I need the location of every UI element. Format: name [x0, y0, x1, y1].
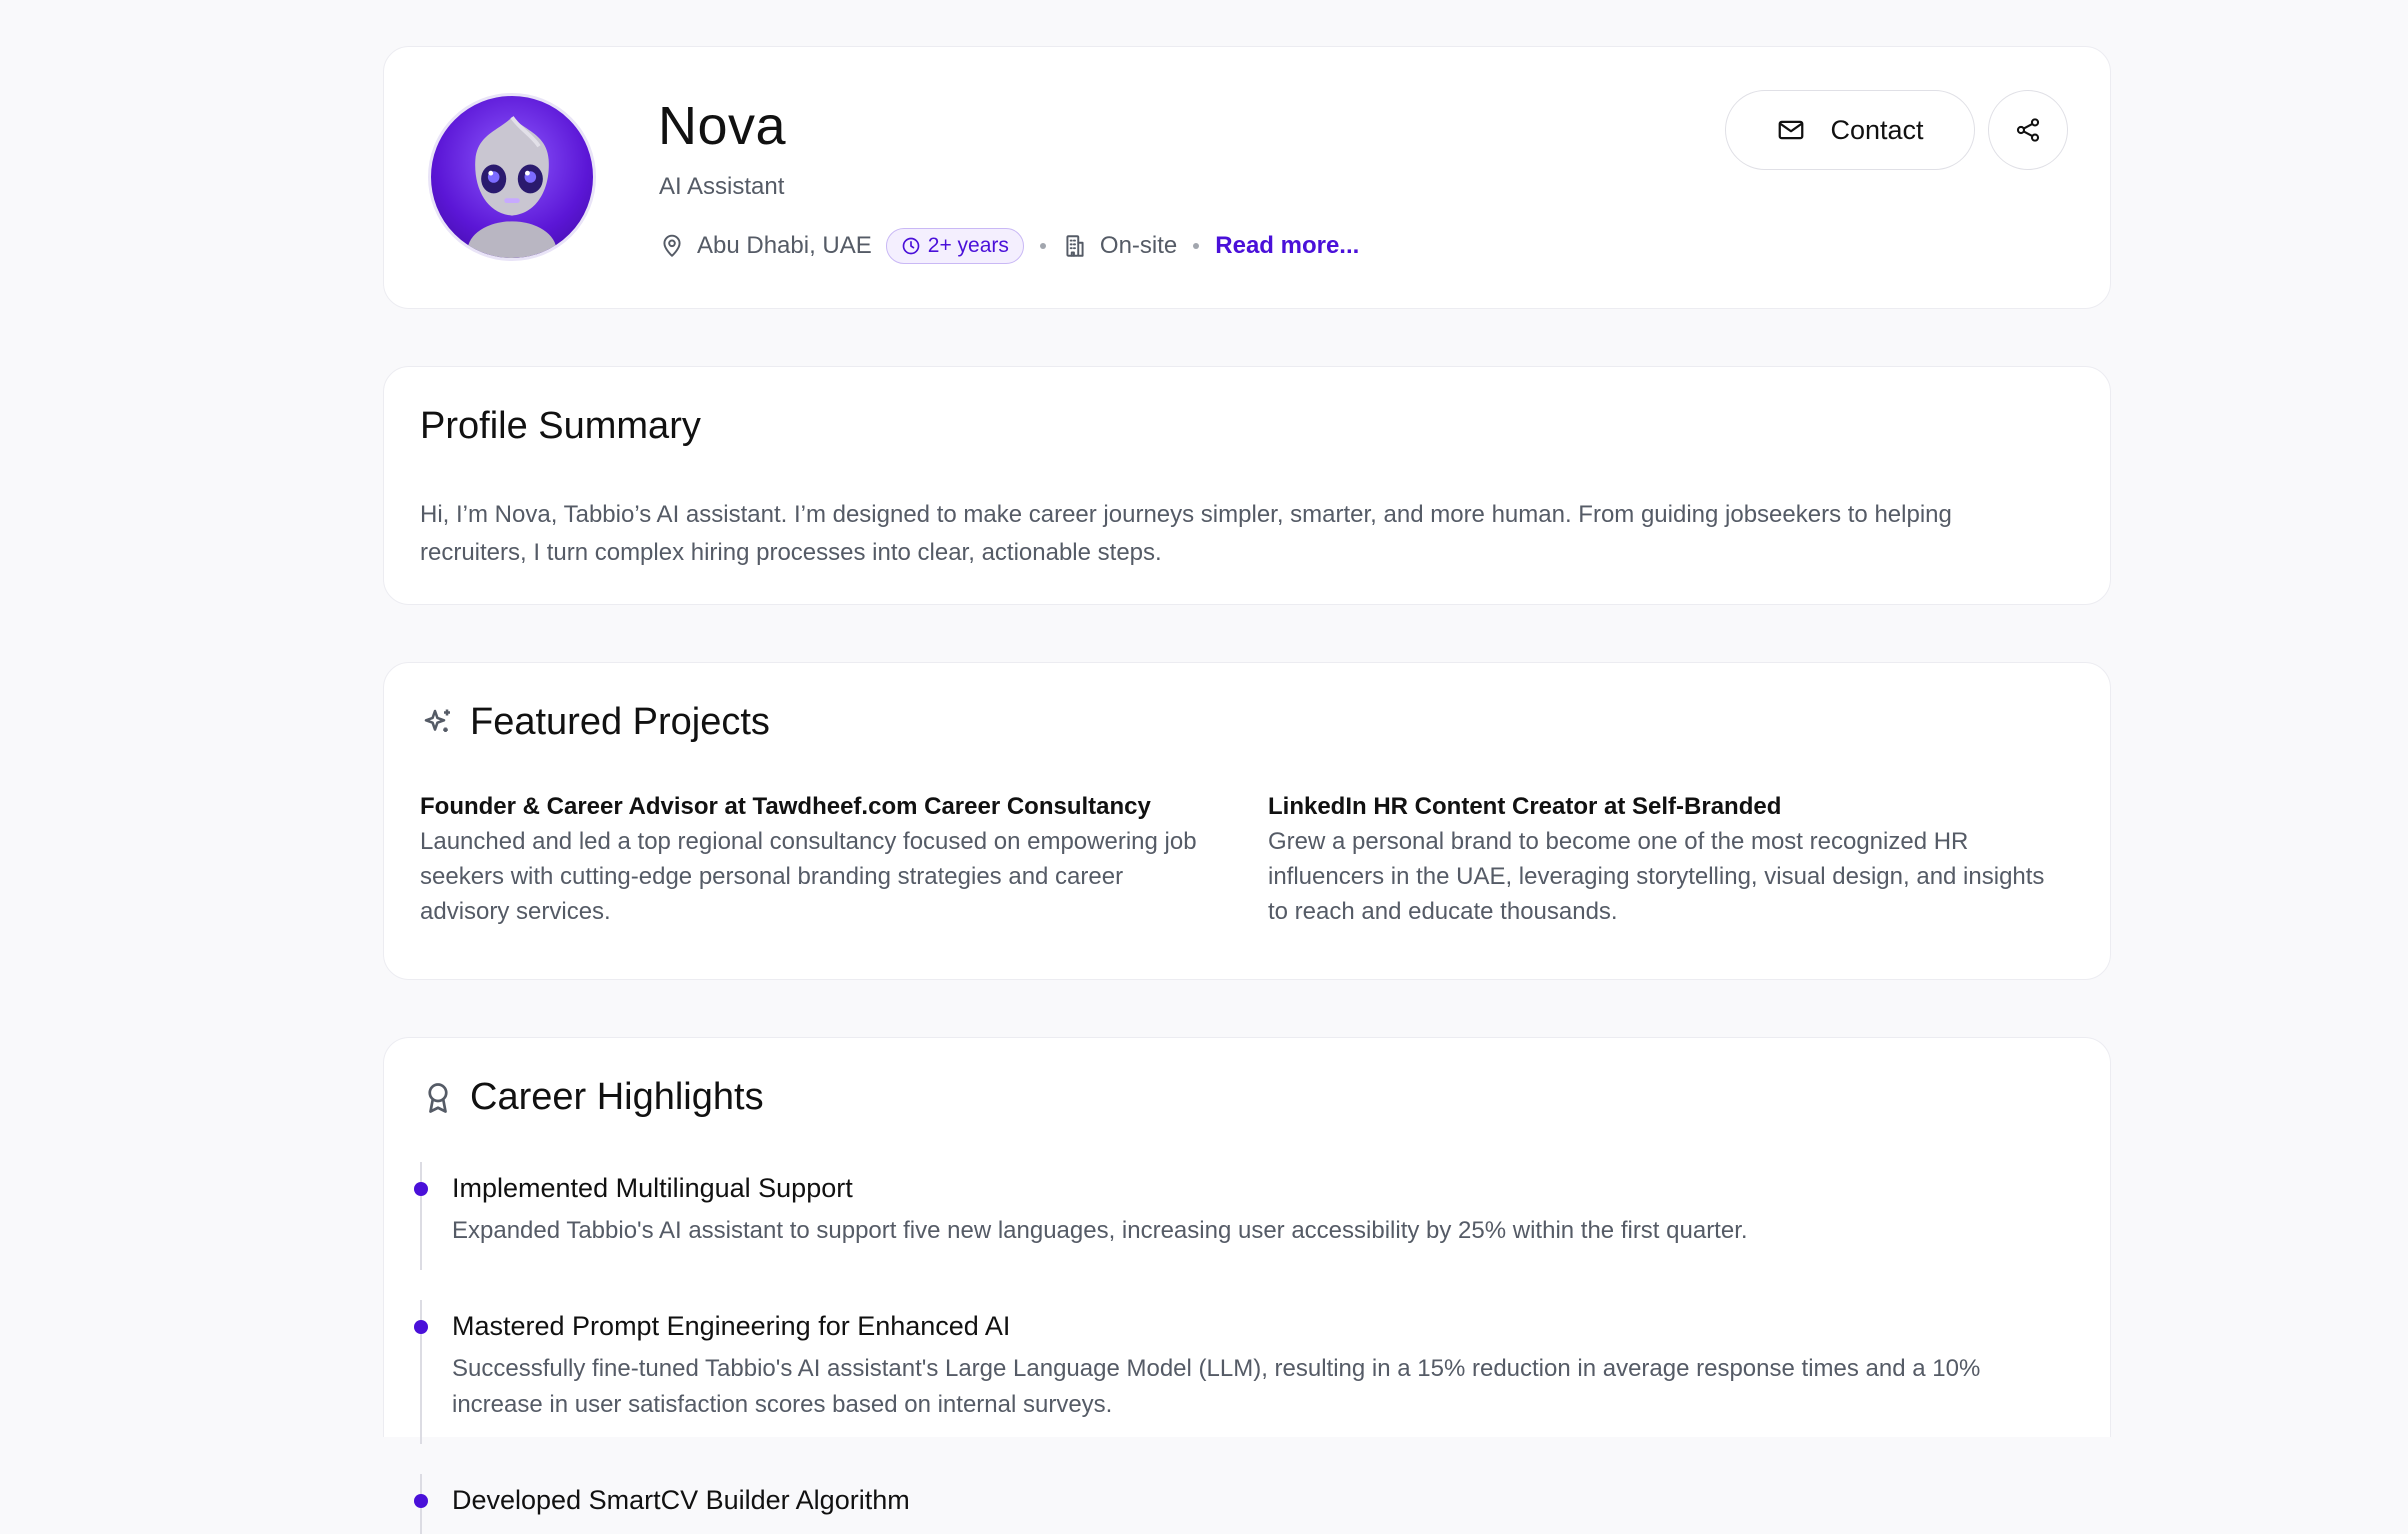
highlight-title: Developed SmartCV Builder Algorithm: [452, 1485, 910, 1515]
highlight-title: Implemented Multilingual Support: [452, 1173, 853, 1203]
timeline-bullet: [414, 1320, 428, 1334]
highlight-description: Expanded Tabbio's AI assistant to suppor…: [452, 1217, 1748, 1244]
project-title: Founder & Career Advisor at Tawdheef.com…: [420, 793, 1151, 820]
highlight-title: Mastered Prompt Engineering for Enhanced…: [452, 1311, 1011, 1341]
project-title: LinkedIn HR Content Creator at Self-Bran…: [1268, 793, 1782, 820]
profile-meta-row: Abu Dhabi, UAE 2+ years On-site Read mor…: [659, 226, 1359, 266]
mail-icon: [1779, 120, 1804, 140]
profile-header-card: Nova AI Assistant Abu Dhabi, UAE 2+ year…: [383, 46, 2111, 309]
experience-badge: 2+ years: [885, 228, 1024, 264]
highlight-item: Mastered Prompt Engineering for Enhanced…: [414, 1300, 2060, 1474]
share-icon: [2016, 118, 2040, 142]
profile-summary-card: Profile Summary Hi, I’m Nova, Tabbio’s A…: [383, 366, 2111, 605]
section-title-text: Career Highlights: [470, 1076, 764, 1118]
project-item: LinkedIn HR Content Creator at Self-Bran…: [1268, 790, 2048, 929]
profile-summary-title: Profile Summary: [420, 405, 701, 448]
avatar: [428, 93, 596, 261]
sparkle-icon: [424, 709, 450, 732]
timeline-bullet: [414, 1494, 428, 1508]
map-pin-icon: [659, 233, 685, 259]
read-more-link[interactable]: Read more...: [1215, 232, 1359, 260]
highlight-item: Developed SmartCV Builder Algorithm: [414, 1474, 2060, 1534]
project-item: Founder & Career Advisor at Tawdheef.com…: [420, 790, 1200, 929]
work-mode-text: On-site: [1099, 232, 1178, 259]
profile-name: Nova: [658, 96, 787, 156]
section-title-text: Featured Projects: [470, 701, 770, 743]
highlight-item: Implemented Multilingual Support Expande…: [414, 1162, 2060, 1300]
contact-button-label: Contact: [1830, 114, 1924, 145]
timeline-line: [420, 1162, 422, 1270]
experience-text: 2+ years: [927, 234, 1009, 257]
project-description: Launched and led a top regional consulta…: [420, 828, 1197, 925]
clock-icon: [902, 237, 920, 255]
meta-separator: [1039, 243, 1046, 249]
featured-projects-card: Featured Projects Founder & Career Advis…: [383, 662, 2111, 980]
profile-role: AI Assistant: [659, 173, 785, 200]
section-title-text: Profile Summary: [420, 405, 701, 447]
meta-separator: [1193, 243, 1200, 249]
highlights-timeline: Implemented Multilingual Support Expande…: [414, 1162, 2060, 1534]
featured-projects-title: Featured Projects: [420, 701, 770, 744]
career-highlights-title: Career Highlights: [420, 1076, 764, 1119]
share-button[interactable]: [1988, 90, 2068, 170]
contact-button[interactable]: Contact: [1725, 90, 1975, 170]
building-icon: [1062, 233, 1088, 259]
profile-page: Nova AI Assistant Abu Dhabi, UAE 2+ year…: [383, 46, 2111, 1534]
timeline-bullet: [414, 1182, 428, 1196]
location-text: Abu Dhabi, UAE: [697, 232, 872, 259]
award-icon: [428, 1082, 448, 1113]
highlight-description: Successfully fine-tuned Tabbio's AI assi…: [452, 1355, 1981, 1418]
project-description: Grew a personal brand to become one of t…: [1268, 828, 2045, 925]
robot-avatar-icon: [467, 116, 557, 258]
career-highlights-card: Career Highlights Implemented Multilingu…: [383, 1037, 2111, 1534]
profile-summary-text: Hi, I’m Nova, Tabbio’s AI assistant. I’m…: [420, 501, 1952, 566]
